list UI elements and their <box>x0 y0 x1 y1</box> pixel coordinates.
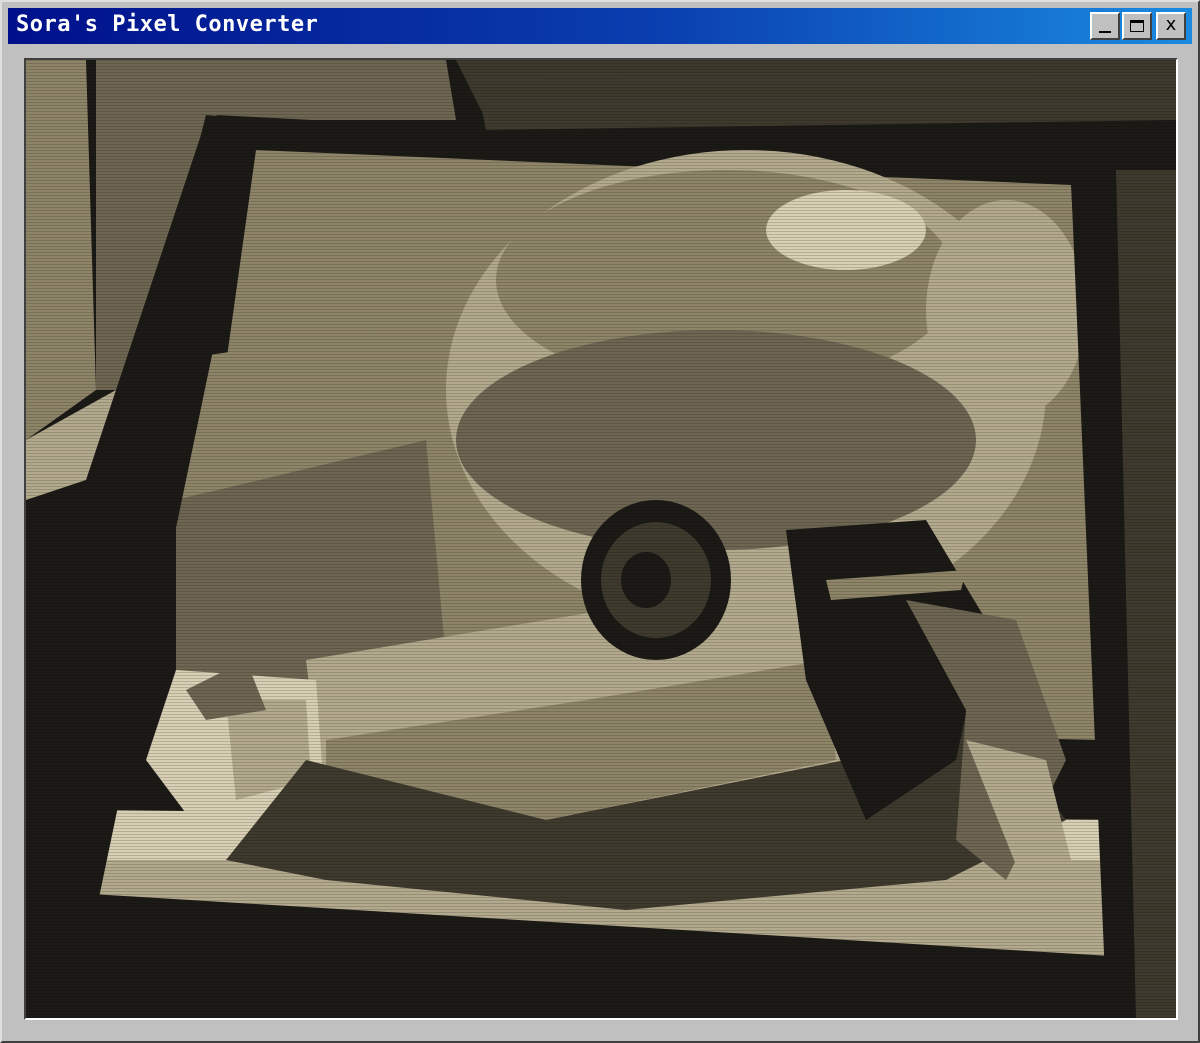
image-canvas[interactable] <box>26 60 1176 1018</box>
window-title: Sora's Pixel Converter <box>16 12 319 37</box>
image-canvas-frame <box>24 58 1178 1020</box>
close-icon: x <box>1165 14 1177 35</box>
minimize-button[interactable] <box>1090 12 1120 40</box>
close-button[interactable]: x <box>1156 12 1186 40</box>
pixel-art-image <box>26 60 1176 1018</box>
maximize-icon <box>1130 20 1144 32</box>
app-window: Sora's Pixel Converter x <box>0 0 1200 1043</box>
title-bar[interactable]: Sora's Pixel Converter x <box>8 8 1192 44</box>
minimize-icon <box>1099 31 1111 33</box>
maximize-button[interactable] <box>1122 12 1152 40</box>
